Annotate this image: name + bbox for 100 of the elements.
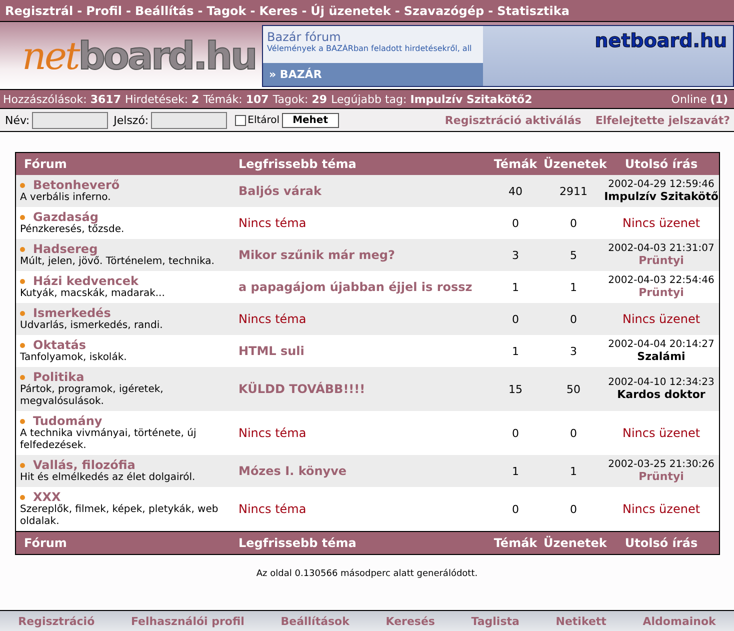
separator-dash: - — [198, 4, 203, 18]
nav-link[interactable]: Aldomainok — [642, 614, 716, 628]
nav-link[interactable]: Beállítások — [280, 614, 350, 628]
post-date: 2002-04-03 22:54:46 — [607, 275, 716, 286]
logo[interactable]: netboard.hu — [0, 34, 262, 78]
bullet-icon — [20, 374, 25, 380]
banner-brand: netboard.hu — [594, 30, 727, 52]
bullet-icon — [20, 494, 25, 500]
post-count: 3 — [570, 344, 577, 358]
remember-checkbox[interactable] — [234, 114, 246, 126]
author-link[interactable]: Prüntyi — [638, 286, 684, 299]
nav-link[interactable]: Beállítás — [135, 4, 194, 18]
author-link[interactable]: Szalámi — [637, 350, 686, 363]
post-date: 2002-04-29 12:59:46 — [607, 179, 716, 190]
no-post-text: Nincs üzenet — [622, 502, 700, 516]
author-link[interactable]: Impulzív Szitakötő — [604, 190, 718, 203]
topic-count: 1 — [512, 280, 519, 294]
forum-description: Pártok, programok, igéretek, megvalósulások. — [20, 384, 164, 408]
post-count: 0 — [570, 312, 577, 326]
post-count: 0 — [570, 216, 577, 230]
nav-link[interactable]: Felhasználói profil — [130, 614, 244, 628]
remember-label: Eltárol — [248, 114, 280, 126]
forum-description: Pénzkeresés, tőzsde. — [20, 224, 126, 236]
forum-link[interactable]: XXX — [33, 490, 61, 504]
nav-link[interactable]: Keresés — [386, 614, 435, 628]
nav-link[interactable]: Netikett — [556, 614, 606, 628]
nav-link[interactable]: Tagok — [206, 4, 246, 18]
name-label: Név: — [5, 114, 30, 126]
nav-link[interactable]: Szavazógép — [404, 4, 484, 18]
forum-link[interactable]: Vallás, filozófia — [33, 458, 136, 472]
bullet-icon — [20, 462, 25, 468]
stat-item: Hirdetések: 2 — [124, 92, 200, 106]
forum-description: Hit és elmélkedés az élet dolgairól. — [20, 472, 196, 484]
login-link[interactable]: Regisztráció aktiválás — [444, 114, 582, 126]
bullet-icon — [20, 342, 25, 348]
topic-count: 1 — [512, 464, 519, 478]
nav-link[interactable]: Keres — [259, 4, 298, 18]
forum-link[interactable]: Gazdaság — [33, 210, 98, 224]
no-topic-text: Nincs téma — [238, 216, 306, 230]
bullet-icon — [20, 310, 25, 316]
post-count: 0 — [570, 502, 577, 516]
online-count: Online (1) — [671, 92, 728, 106]
stat-item: Tagok: 29 — [272, 92, 328, 106]
topic-link[interactable]: KÜLDD TOVÁBB!!!! — [238, 382, 366, 396]
post-count: 0 — [570, 426, 577, 440]
nav-link[interactable]: Taglista — [471, 614, 520, 628]
column-header: Legfrissebb téma — [232, 152, 488, 175]
nav-link[interactable]: Profil — [86, 4, 122, 18]
submit-button[interactable]: Mehet — [282, 112, 339, 128]
topic-link[interactable]: a papagájom újabban éjjel is rossz — [238, 280, 472, 294]
forum-description: Múlt, jelen, jövő. Történelem, technika. — [20, 256, 216, 268]
topic-count: 15 — [508, 382, 522, 396]
forum-link[interactable]: Tudomány — [33, 414, 102, 428]
no-post-text: Nincs üzenet — [622, 216, 700, 230]
forum-link[interactable]: Ismerkedés — [33, 306, 111, 320]
forum-link[interactable]: Politika — [33, 370, 84, 384]
forum-link[interactable]: Házi kedvencek — [33, 274, 139, 288]
column-footer: Fórum — [16, 532, 232, 554]
bullet-icon — [20, 246, 25, 252]
author-link[interactable]: Prüntyi — [638, 254, 684, 267]
nav-link[interactable]: Új üzenetek — [310, 4, 391, 18]
post-date: 2002-04-04 20:14:27 — [607, 339, 716, 350]
stat-item: Hozzászólások: 3617 — [3, 92, 121, 106]
generation-time-text: Az oldal 0.130566 másodperc alatt generálódott. — [255, 568, 479, 579]
bullet-icon — [20, 418, 25, 424]
bullet-icon — [20, 214, 25, 220]
separator-dash: - — [488, 4, 494, 18]
post-date: 2002-04-10 12:34:23 — [607, 377, 716, 388]
forum-link[interactable]: Betonheverő — [33, 178, 120, 192]
separator-dash: - — [302, 4, 307, 18]
column-header: Témák — [488, 152, 544, 175]
forum-link[interactable]: Hadsereg — [33, 242, 98, 256]
no-topic-text: Nincs téma — [238, 426, 306, 440]
password-field[interactable] — [150, 112, 227, 128]
topic-count: 40 — [508, 184, 522, 198]
stat-item: Témák: 107 — [203, 92, 269, 106]
topic-link[interactable]: Mózes I. könyve — [238, 464, 347, 478]
topic-count: 0 — [512, 312, 519, 326]
post-count: 5 — [570, 248, 577, 262]
post-count: 50 — [566, 382, 580, 396]
banner-link: » BAZÁR — [263, 62, 483, 86]
author-link[interactable]: Prüntyi — [638, 470, 684, 483]
topic-count: 1 — [512, 344, 519, 358]
topic-link[interactable]: HTML suli — [238, 344, 304, 358]
nav-link[interactable]: Regisztrál — [5, 4, 74, 18]
name-field[interactable] — [32, 112, 108, 128]
no-post-text: Nincs üzenet — [622, 426, 700, 440]
bullet-icon — [20, 278, 25, 284]
forum-description: Tanfolyamok, iskolák. — [20, 352, 128, 364]
stat-item: Legújabb tag: Impulzív Szitakötő2 — [331, 92, 532, 106]
author-link[interactable]: Kardos doktor — [617, 388, 706, 401]
login-link[interactable]: Elfelejtette jelszavát? — [595, 114, 730, 126]
topic-count: 3 — [512, 248, 519, 262]
forum-link[interactable]: Oktatás — [33, 338, 86, 352]
topic-link[interactable]: Baljós várak — [238, 184, 322, 198]
password-label: Jelszó: — [114, 114, 149, 126]
post-count: 1 — [570, 464, 577, 478]
forum-description: Kutyák, macskák, madarak... — [20, 288, 166, 300]
nav-link[interactable]: Regisztráció — [18, 614, 95, 628]
nav-link[interactable]: Statisztika — [497, 4, 570, 18]
